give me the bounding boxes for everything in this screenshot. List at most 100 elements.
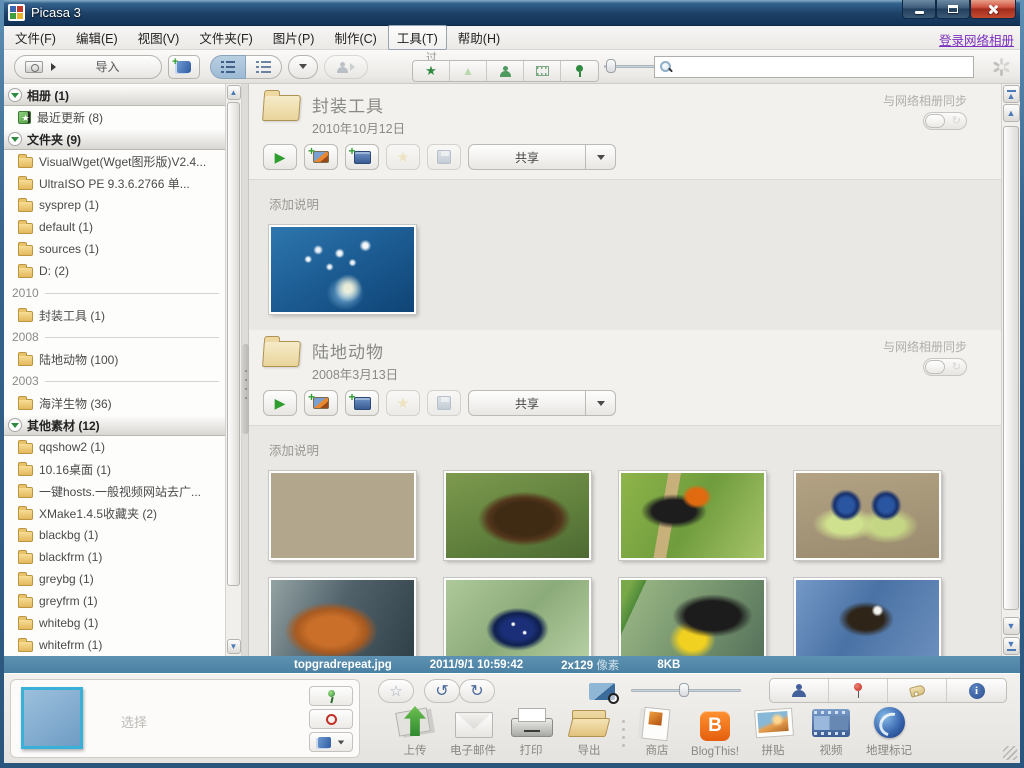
photo-thumbnail-toucan[interactable] <box>619 471 766 560</box>
photo-thumbnail-lemur[interactable] <box>269 471 416 560</box>
save-button[interactable] <box>427 390 461 416</box>
zoom-fit-icon[interactable] <box>589 683 615 700</box>
web-albums-signin-link[interactable]: 登录网络相册 <box>939 30 1014 49</box>
email-button[interactable]: 电子邮件 <box>444 706 502 758</box>
tree-folder-item[interactable]: blackbg (1) <box>4 524 225 546</box>
flat-view-button[interactable] <box>210 55 246 79</box>
tree-folder-item[interactable]: XMake1.4.5收藏夹 (2) <box>4 502 225 524</box>
photo-thumbnail-green-jays[interactable] <box>794 471 941 560</box>
sidebar-scrollbar[interactable]: ▲ ▼ <box>226 84 242 656</box>
import-button[interactable]: 导入 <box>14 55 162 79</box>
menu-item[interactable]: 文件(F) <box>6 25 65 50</box>
sync-toggle[interactable]: ↻ <box>923 112 967 130</box>
tree-folder-item[interactable]: 封装工具 (1) <box>4 304 225 326</box>
photo-thumbnail-squirrel[interactable] <box>269 578 416 656</box>
slideshow-button[interactable] <box>263 144 297 170</box>
clear-selection-button[interactable] <box>309 709 353 729</box>
menu-item[interactable]: 制作(C) <box>325 25 385 50</box>
create-collage-button[interactable] <box>304 390 338 416</box>
menu-item[interactable]: 图片(P) <box>264 25 324 50</box>
create-movie-button[interactable] <box>345 144 379 170</box>
tree-folder-item[interactable]: 海洋生物 (36) <box>4 392 225 414</box>
tree-folder-item[interactable]: sysprep (1) <box>4 194 225 216</box>
menu-item[interactable]: 工具(T) <box>388 25 447 50</box>
info-panel-button[interactable]: i <box>947 679 1006 702</box>
minimize-button[interactable] <box>902 0 936 19</box>
scroll-down-icon[interactable]: ▼ <box>1003 617 1020 635</box>
star-button[interactable] <box>386 144 420 170</box>
tree-folder-item[interactable]: sources (1) <box>4 238 225 260</box>
menu-item[interactable]: 编辑(E) <box>67 25 127 50</box>
filter-starred-button[interactable]: ★ <box>413 61 450 81</box>
sync-toggle[interactable]: ↻ <box>923 358 967 376</box>
search-input[interactable] <box>677 58 973 76</box>
tree-folder-item[interactable]: greyfrm (1) <box>4 590 225 612</box>
tree-folder-item[interactable]: 一键hosts.一般视频网站去广... <box>4 480 225 502</box>
scroll-up-icon[interactable]: ▲ <box>1003 104 1020 122</box>
tree-folder-item[interactable]: D: (2) <box>4 260 225 282</box>
splitter-handle[interactable] <box>242 344 249 434</box>
tree-folder-item[interactable]: 10.16桌面 (1) <box>4 458 225 480</box>
places-panel-button[interactable] <box>829 679 888 702</box>
tree-folder-item[interactable]: default (1) <box>4 216 225 238</box>
star-button[interactable] <box>386 390 420 416</box>
tree-folder-item[interactable]: whitefrm (1) <box>4 634 225 656</box>
menu-item[interactable]: 视图(V) <box>129 25 189 50</box>
tree-folder-item[interactable]: VisualWget(Wget图形版)V2.4... <box>4 150 225 172</box>
tree-folder-item[interactable]: UltraISO PE 9.3.6.2766 单... <box>4 172 225 194</box>
save-button[interactable] <box>427 144 461 170</box>
collapse-arrow-icon[interactable] <box>8 132 22 146</box>
share-dropdown-button[interactable] <box>586 390 616 416</box>
tags-panel-button[interactable] <box>888 679 947 702</box>
tree-folder-item[interactable]: whitebg (1) <box>4 612 225 634</box>
filter-geotagged-button[interactable] <box>561 61 598 81</box>
tree-folder-item[interactable]: blackfrm (1) <box>4 546 225 568</box>
tree-collection-header[interactable]: 相册 (1) <box>4 84 225 106</box>
collapse-arrow-icon[interactable] <box>8 418 22 432</box>
slideshow-button[interactable] <box>263 390 297 416</box>
album-title[interactable]: 陆地动物 <box>312 338 398 363</box>
filter-faces-button[interactable] <box>487 61 524 81</box>
scroll-top-icon[interactable]: ▲ <box>1003 85 1020 103</box>
tree-folder-item[interactable]: 最近更新 (8) <box>4 106 225 128</box>
geotag-button[interactable]: 地理标记 <box>860 706 918 758</box>
scroll-bottom-icon[interactable]: ▼ <box>1003 637 1020 655</box>
export-button[interactable]: 导出 <box>560 706 618 758</box>
thumbnail-zoom-slider[interactable] <box>631 686 741 696</box>
selected-photo-thumbnail[interactable] <box>21 687 83 749</box>
share-dropdown-button[interactable] <box>586 144 616 170</box>
scroll-thumb[interactable] <box>1003 126 1019 610</box>
collage-button[interactable]: 拼贴 <box>744 706 802 758</box>
photo-thumbnail-eagle[interactable] <box>794 578 941 656</box>
tree-collection-header[interactable]: 文件夹 (9) <box>4 128 225 150</box>
photo-thumbnail-blue-wallpaper[interactable] <box>269 225 416 314</box>
photo-thumbnail-keel-toucan[interactable] <box>619 578 766 656</box>
tree-folder-item[interactable]: qqshow2 (1) <box>4 436 225 458</box>
create-collage-button[interactable] <box>304 144 338 170</box>
album-title[interactable]: 封装工具 <box>312 92 405 117</box>
resize-grip[interactable] <box>1003 746 1017 760</box>
titlebar[interactable]: Picasa 3 <box>4 0 1020 26</box>
scroll-up-icon[interactable]: ▲ <box>227 85 241 100</box>
create-movie-button[interactable] <box>345 390 379 416</box>
tree-collection-header[interactable]: 其他素材 (12) <box>4 414 225 436</box>
rotate-right-button[interactable] <box>459 679 495 703</box>
photo-thumbnail-bear[interactable] <box>444 471 591 560</box>
scroll-thumb[interactable] <box>227 102 240 586</box>
tree-view-button[interactable] <box>246 55 282 79</box>
close-button[interactable] <box>970 0 1016 19</box>
add-to-album-button[interactable] <box>309 732 353 752</box>
people-panel-button[interactable] <box>770 679 829 702</box>
menu-item[interactable]: 文件夹(F) <box>190 25 261 50</box>
shop-button[interactable]: 商店 <box>628 706 686 758</box>
album-caption[interactable]: 添加说明 <box>269 194 981 213</box>
filter-movies-button[interactable] <box>524 61 561 81</box>
movie-button[interactable]: 视频 <box>802 706 860 758</box>
maximize-button[interactable] <box>936 0 970 19</box>
scroll-down-icon[interactable]: ▼ <box>227 639 241 654</box>
view-options-dropdown[interactable] <box>288 55 318 79</box>
hold-selection-button[interactable] <box>309 686 353 706</box>
share-button[interactable]: 共享 <box>468 144 586 170</box>
rotate-left-button[interactable] <box>424 679 460 703</box>
menu-item[interactable]: 帮助(H) <box>449 25 509 50</box>
